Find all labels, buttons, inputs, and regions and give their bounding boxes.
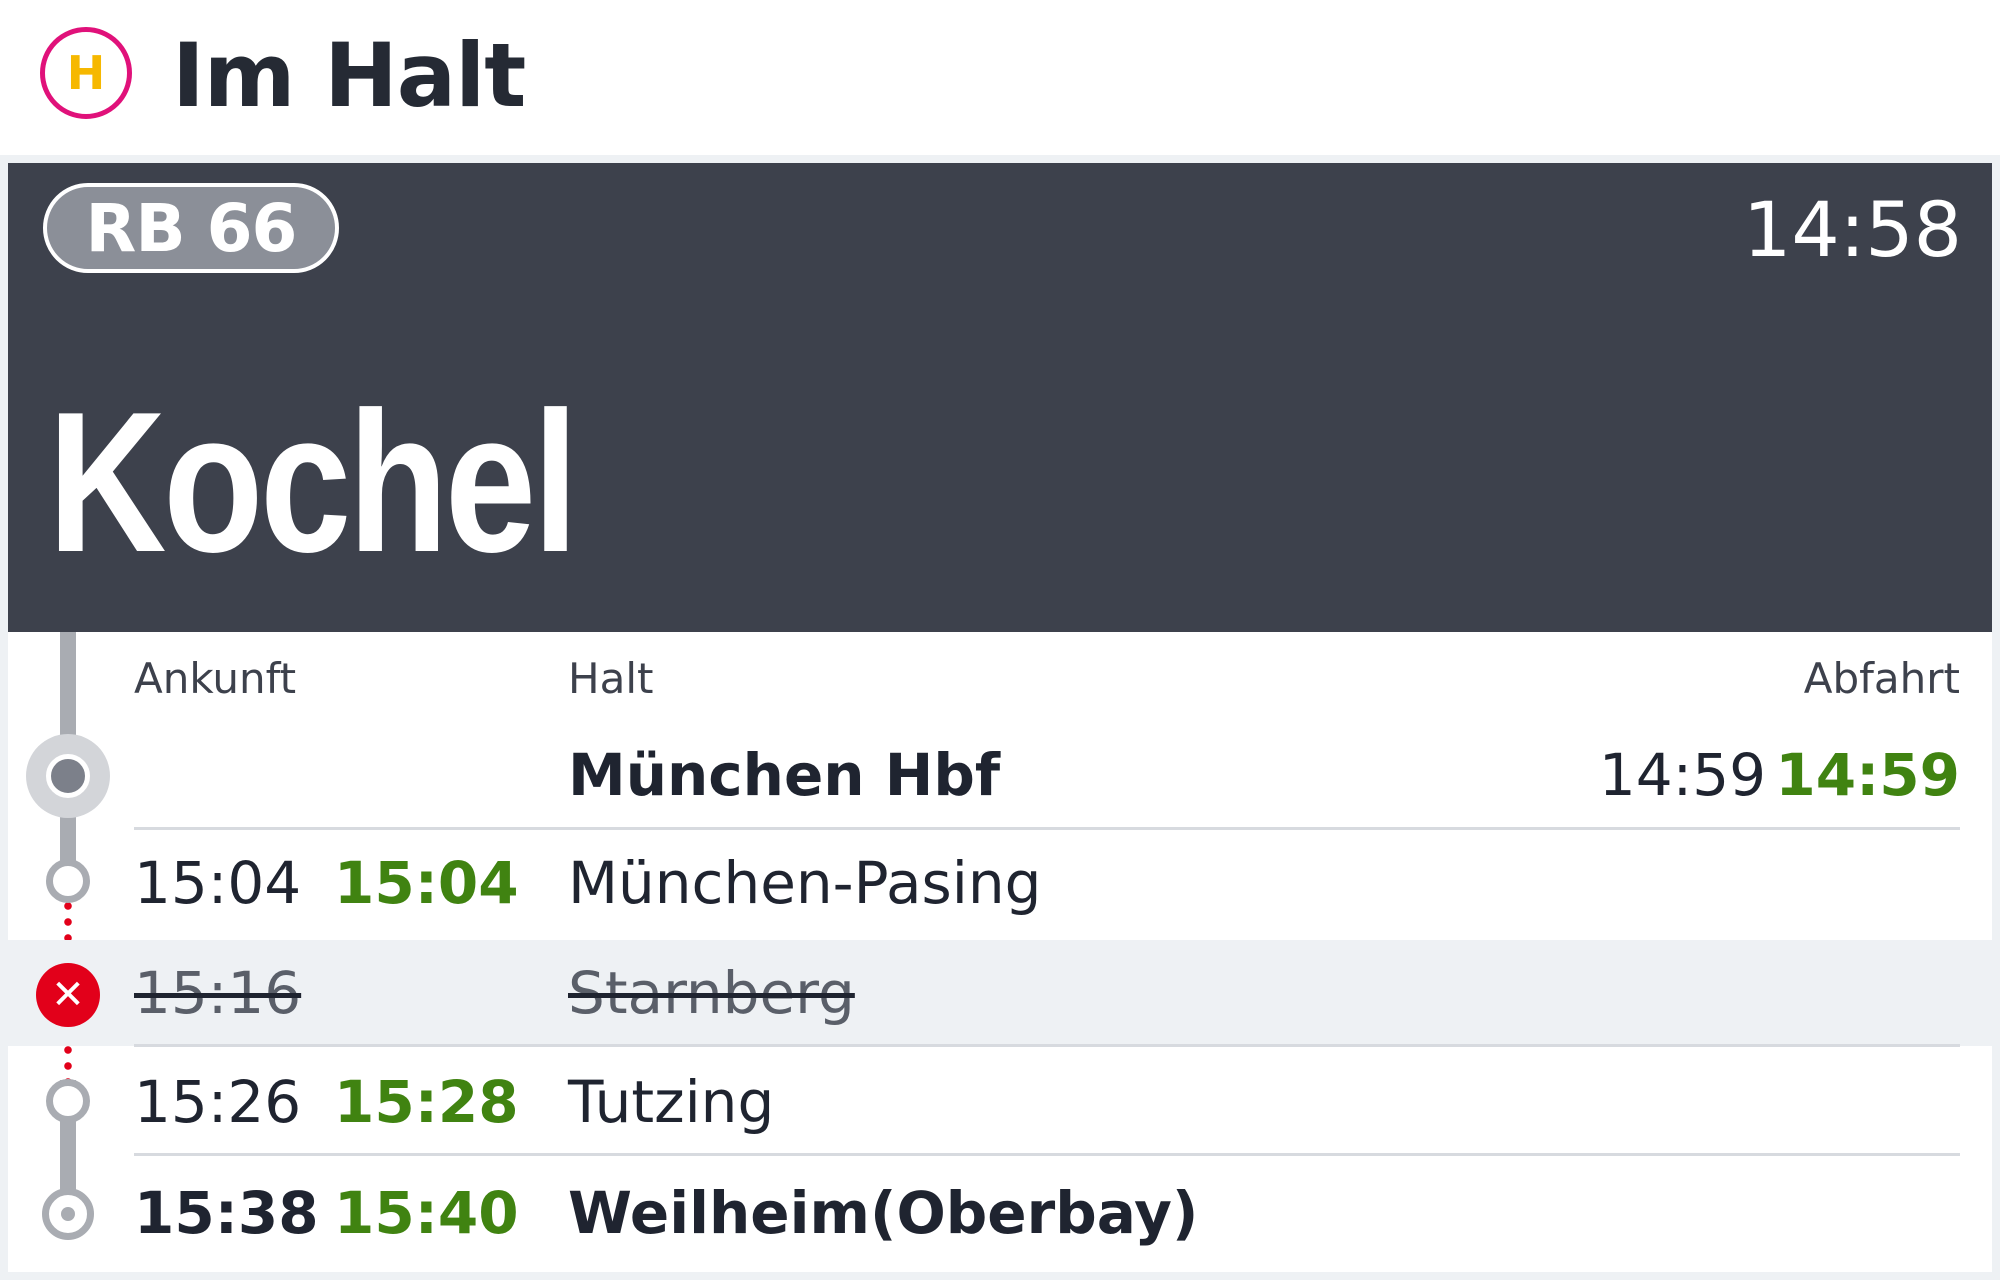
stop-name: München Hbf	[568, 741, 1001, 809]
stop-marker-icon	[46, 1079, 90, 1123]
final-stop-icon	[42, 1188, 94, 1240]
arrival-planned: 15:16	[134, 959, 302, 1027]
halt-stop-icon: H	[40, 27, 132, 119]
arrival-planned: 15:04	[134, 849, 302, 917]
stop-name: Weilheim(Oberbay)	[568, 1179, 1199, 1247]
line-badge[interactable]: RB 66	[43, 183, 339, 273]
column-header-departure: Abfahrt	[1803, 654, 1960, 703]
arrival-planned: 15:38	[134, 1179, 319, 1247]
stop-row[interactable]: 15:04 15:04 München-Pasing	[8, 830, 1992, 936]
stop-name: Starnberg	[568, 959, 855, 1027]
arrival-actual: 15:40	[334, 1179, 519, 1247]
stop-name: Tutzing	[568, 1068, 775, 1136]
app-header: H Im Halt	[0, 0, 2000, 155]
column-header-arrival: Ankunft	[134, 654, 297, 703]
destination-name: Kochel	[48, 371, 578, 594]
current-stop-icon	[26, 734, 110, 818]
departure-planned: 14:59	[1598, 741, 1766, 809]
stop-name: München-Pasing	[568, 849, 1042, 917]
stop-row[interactable]: 15:38 15:40 Weilheim(Oberbay)	[8, 1156, 1992, 1262]
cancel-x-icon: ✕	[36, 963, 100, 1027]
train-banner: RB 66 14:58 Kochel	[8, 163, 1992, 632]
page-title: Im Halt	[172, 24, 526, 127]
arrival-planned: 15:26	[134, 1068, 302, 1136]
arrival-actual: 15:28	[334, 1068, 519, 1136]
column-header-stop: Halt	[568, 654, 654, 703]
stop-list: Ankunft Halt Abfahrt München Hbf 14:59 1…	[8, 632, 1992, 1272]
stop-marker-icon	[46, 859, 90, 903]
arrival-actual: 15:04	[334, 849, 519, 917]
stop-row-cancelled[interactable]: ✕ 15:16 Starnberg	[8, 940, 1992, 1046]
departure-actual: 14:59	[1775, 741, 1960, 809]
stop-row[interactable]: 15:26 15:28 Tutzing	[8, 1047, 1992, 1153]
stop-row[interactable]: München Hbf 14:59 14:59	[8, 732, 1992, 818]
current-time: 14:58	[1742, 185, 1962, 274]
